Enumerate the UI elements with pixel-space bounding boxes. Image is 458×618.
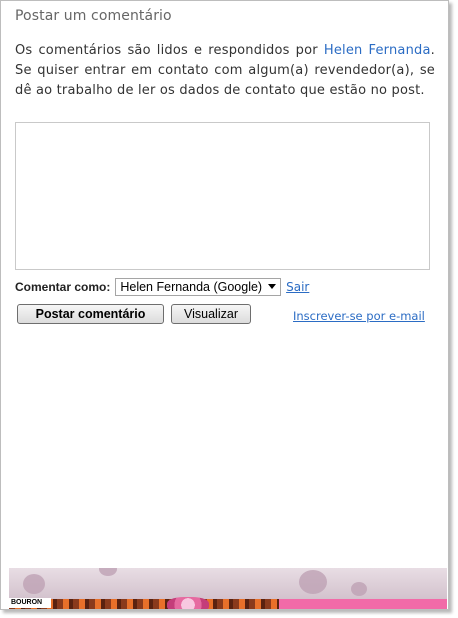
donut-icon <box>167 597 209 609</box>
comment-as-label: Comentar como: <box>15 280 111 294</box>
chevron-down-icon <box>268 284 277 289</box>
banner-background <box>9 568 447 599</box>
preview-button[interactable]: Visualizar <box>171 304 251 324</box>
post-comment-button[interactable]: Postar comentário <box>17 304 164 324</box>
flower-decoration-icon <box>299 570 327 594</box>
sign-out-link[interactable]: Sair <box>286 280 309 294</box>
banner-pink-band <box>279 599 447 609</box>
identity-select[interactable]: Helen Fernanda (Google) <box>115 278 282 296</box>
footer-banner-image: BOURON <box>9 568 447 609</box>
comment-as-row: Comentar como: Helen Fernanda (Google) S… <box>15 277 309 297</box>
comment-intro-text: Os comentários são lidos e respondidos p… <box>15 41 435 101</box>
comment-textarea[interactable] <box>15 122 430 270</box>
flower-decoration-icon <box>351 582 367 596</box>
identity-select-value: Helen Fernanda (Google) <box>120 280 263 294</box>
subscribe-email-link[interactable]: Inscrever-se por e-mail <box>293 309 425 323</box>
comment-form-panel: Postar um comentário Os comentários são … <box>0 0 449 610</box>
intro-text-before: Os comentários são lidos e respondidos p… <box>15 43 324 58</box>
author-link[interactable]: Helen Fernanda <box>324 43 431 58</box>
banner-brand-text: BOURON <box>9 598 51 608</box>
comment-section-title: Postar um comentário <box>15 8 172 24</box>
flower-decoration-icon <box>23 574 45 594</box>
